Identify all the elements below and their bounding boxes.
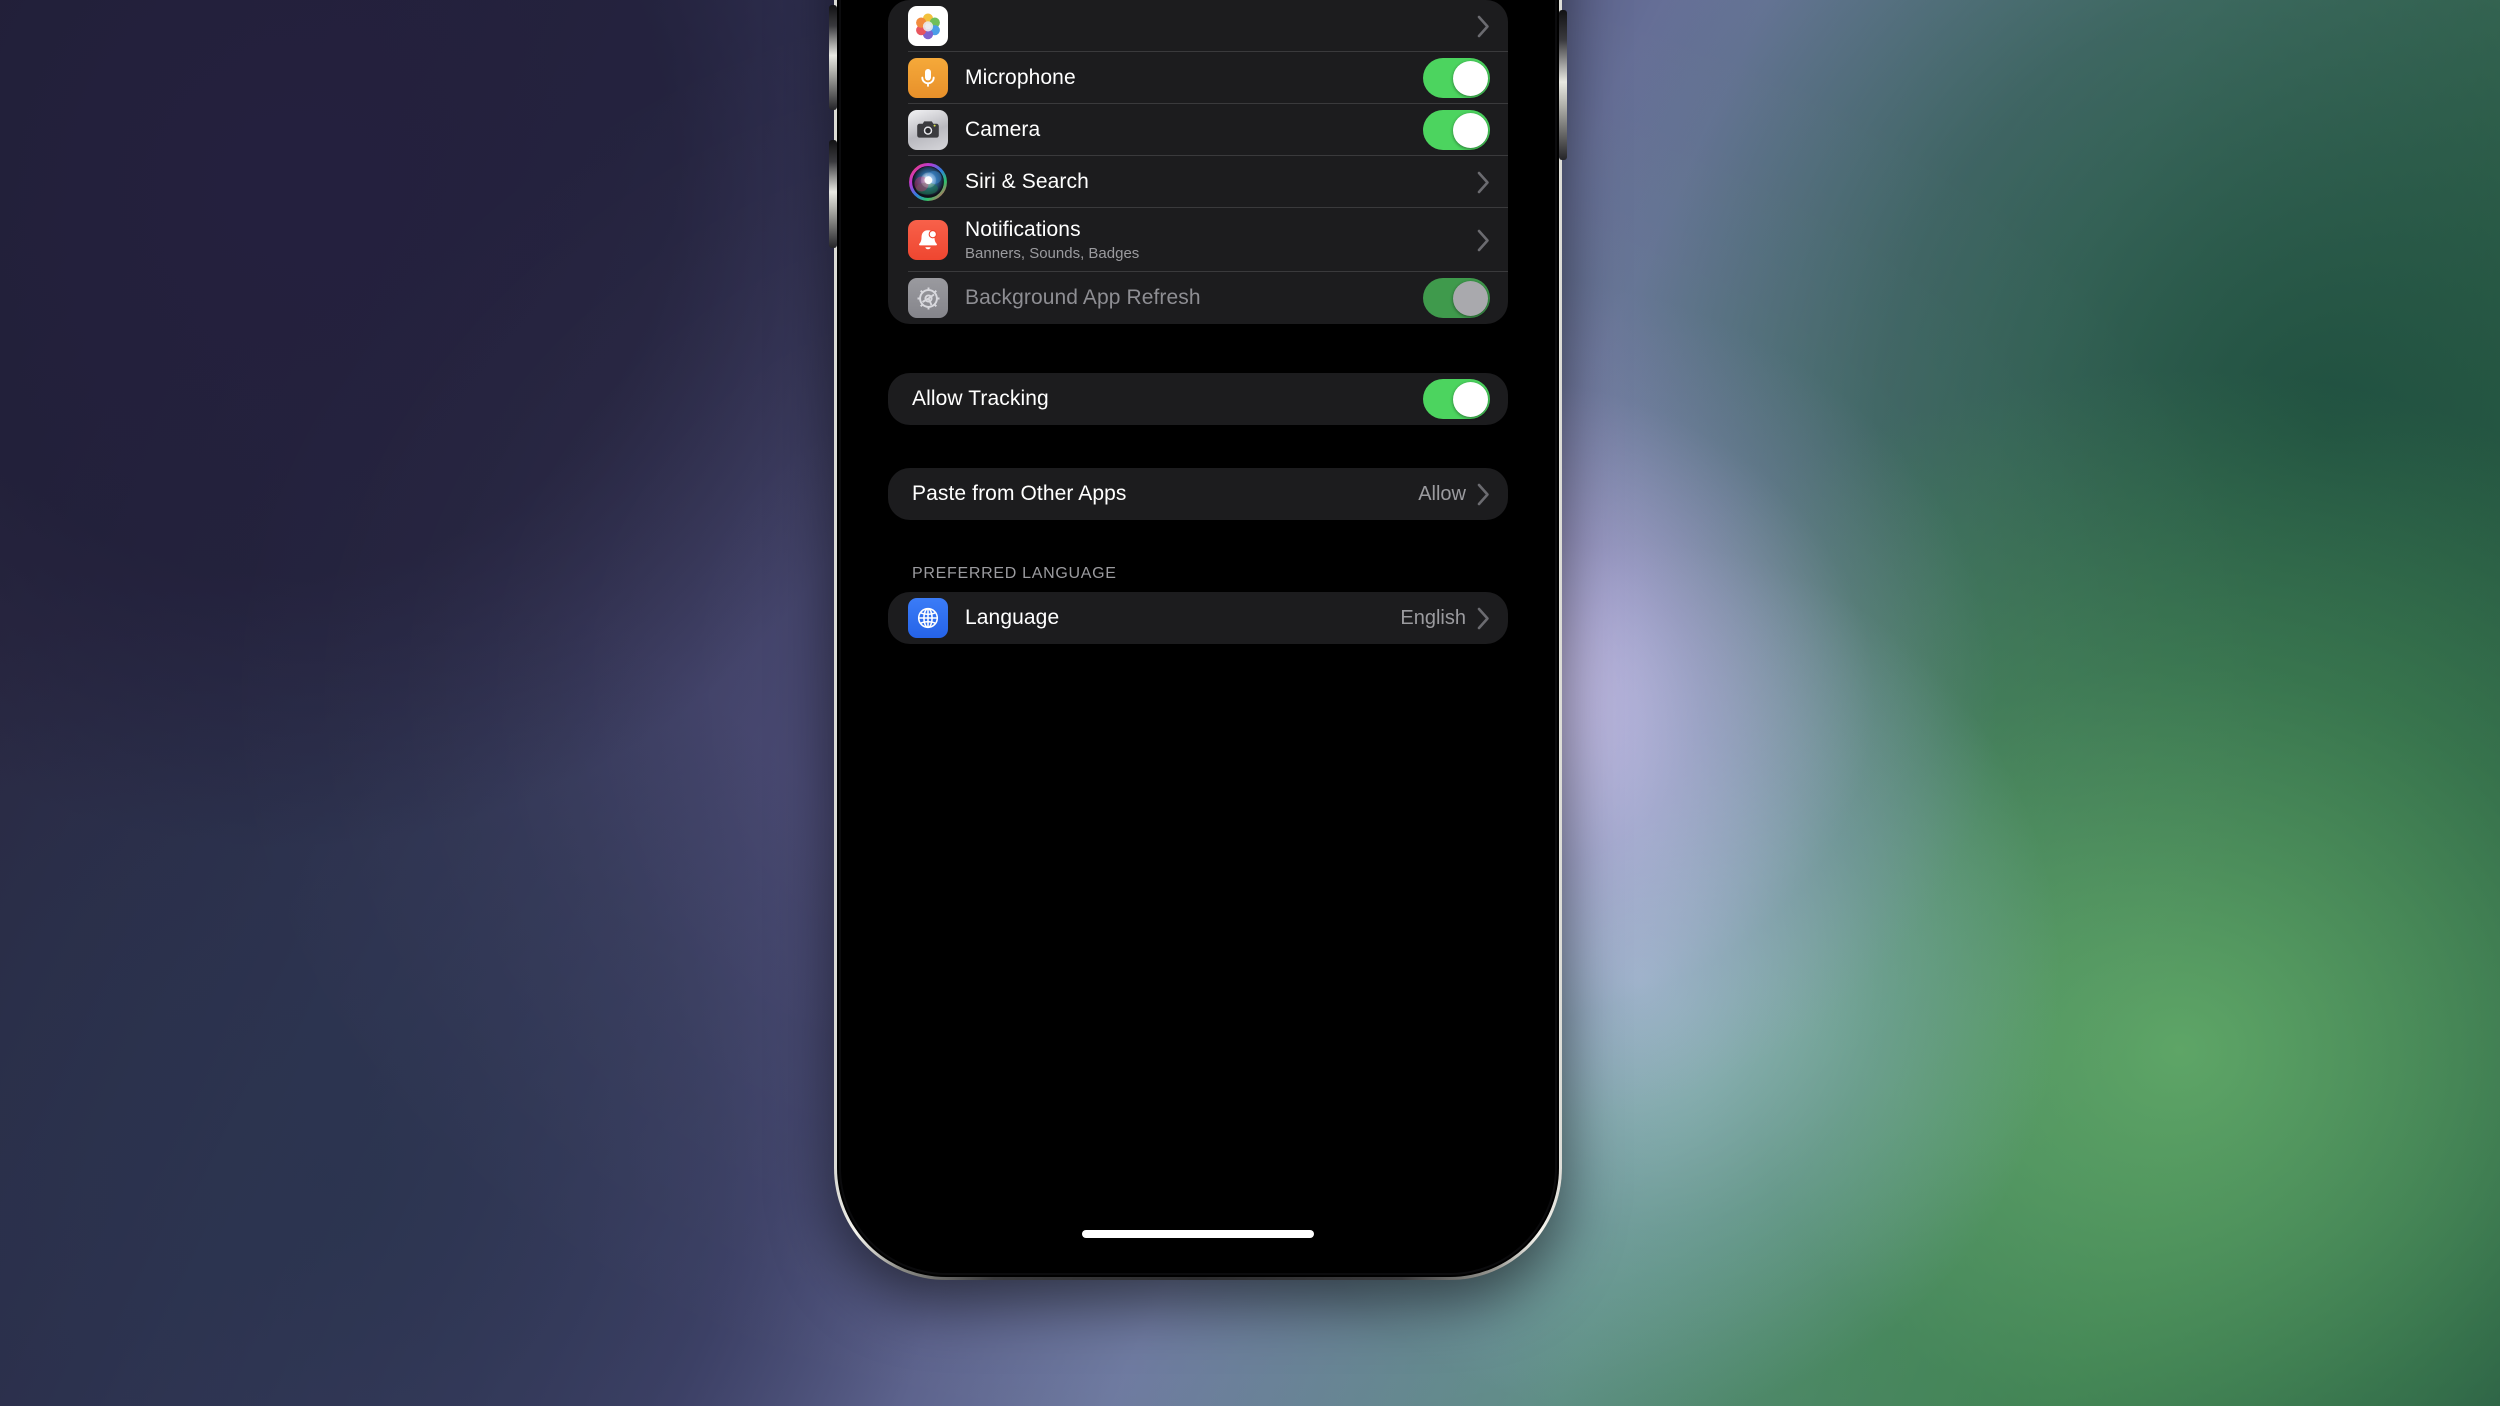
toggle-knob [1452,381,1488,417]
volume-down-button[interactable] [829,140,837,248]
settings-row-allow-tracking[interactable]: Allow Tracking [888,373,1508,425]
settings-content: Microphone Camera Siri & Search Notifica… [852,0,1544,645]
chevron-right-icon [1477,171,1490,194]
settings-row-microphone-labels: Microphone [965,56,1423,100]
settings-row-siri-and-search-labels: Siri & Search [965,160,1477,204]
home-indicator[interactable] [1082,1230,1314,1238]
chevron-right-icon [1477,607,1490,630]
background-app-refresh-toggle[interactable] [1423,278,1490,319]
settings-row-language[interactable]: Language English [908,592,1508,644]
toggle-knob [1452,60,1488,96]
tracking-card: Allow Tracking [888,373,1508,426]
gear-icon [908,278,948,319]
settings-row-photos-labels [965,17,1477,35]
preferred-language-card: Language English [888,592,1508,645]
settings-row-paste-from-other-apps-labels: Paste from Other Apps [912,472,1418,516]
settings-row-camera[interactable]: Camera [908,104,1508,156]
camera-toggle[interactable] [1423,110,1490,150]
settings-row-photos[interactable] [908,0,1508,52]
volume-up-button[interactable] [829,5,837,110]
settings-row-camera-labels: Camera [965,108,1423,152]
photos-icon [908,6,948,46]
paste-card: Paste from Other Apps Allow [888,468,1508,521]
siri-icon [908,162,948,202]
settings-row-microphone-title: Microphone [965,65,1076,89]
permissions-card: Microphone Camera Siri & Search Notifica… [888,0,1508,325]
settings-row-paste-from-other-apps[interactable]: Paste from Other Apps Allow [888,468,1508,520]
settings-row-paste-from-other-apps-value: Allow [1418,482,1466,505]
power-button[interactable] [1559,10,1567,160]
chevron-right-icon [1477,229,1490,252]
settings-row-language-title: Language [965,606,1060,630]
settings-row-notifications-labels: Notifications Banners, Sounds, Badges [965,208,1477,272]
settings-row-notifications-subtitle: Banners, Sounds, Badges [965,245,1140,263]
chevron-right-icon [1477,483,1490,506]
camera-icon [908,110,948,150]
globe-icon [908,598,948,639]
toggle-knob [1452,112,1488,148]
settings-row-notifications-title: Notifications [965,218,1081,241]
chevron-right-icon [1477,15,1490,38]
settings-row-siri-and-search[interactable]: Siri & Search [908,156,1508,208]
settings-row-microphone[interactable]: Microphone [908,52,1508,104]
microphone-toggle[interactable] [1423,58,1490,98]
iphone-device-frame: Microphone Camera Siri & Search Notifica… [829,0,1567,1280]
toggle-knob [1452,280,1488,316]
phone-screen: Microphone Camera Siri & Search Notifica… [852,0,1544,1262]
settings-row-language-value: English [1400,606,1466,629]
settings-row-paste-from-other-apps-title: Paste from Other Apps [912,482,1127,506]
settings-row-notifications[interactable]: Notifications Banners, Sounds, Badges [908,208,1508,273]
microphone-icon [908,58,948,98]
settings-row-allow-tracking-title: Allow Tracking [912,387,1049,411]
settings-row-background-app-refresh-labels: Background App Refresh [965,276,1423,320]
settings-row-background-app-refresh-title: Background App Refresh [965,286,1201,310]
settings-row-background-app-refresh[interactable]: Background App Refresh [908,272,1508,324]
notifications-bell-icon [908,220,948,261]
settings-row-siri-and-search-title: Siri & Search [965,169,1089,193]
settings-row-language-labels: Language [965,596,1400,640]
settings-row-camera-title: Camera [965,117,1041,141]
settings-scroll-view[interactable]: Microphone Camera Siri & Search Notifica… [852,0,1544,1262]
settings-row-allow-tracking-labels: Allow Tracking [912,377,1423,421]
preferred-language-group-header: PREFERRED LANGUAGE [912,565,1117,583]
allow-tracking-toggle[interactable] [1423,379,1490,420]
